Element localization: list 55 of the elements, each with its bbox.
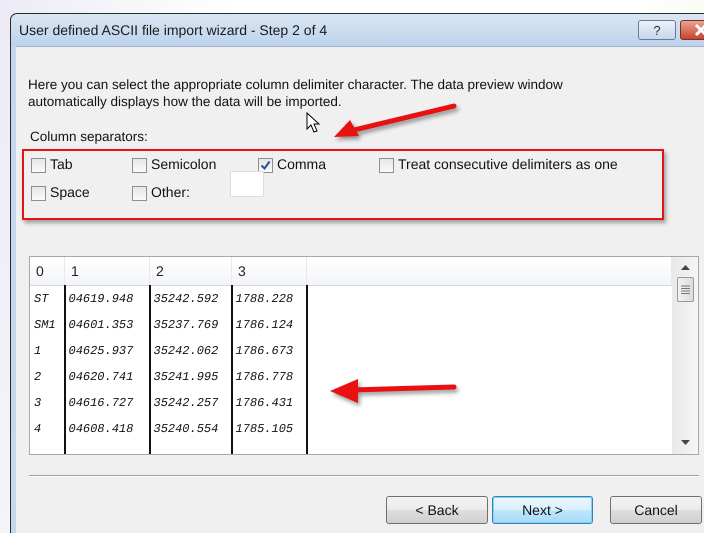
table-cell: 35241.995 — [150, 364, 232, 390]
help-button[interactable]: ? — [638, 20, 676, 40]
dialog-button[interactable]: Cancel — [610, 496, 702, 524]
checkbox[interactable] — [258, 158, 273, 173]
checkbox-label[interactable]: Semicolon — [151, 156, 216, 172]
scroll-thumb[interactable] — [676, 277, 694, 302]
checkbox-label[interactable]: Treat consecutive delimiters as one — [398, 156, 618, 172]
checkbox-label[interactable]: Tab — [50, 156, 73, 172]
dialog-button[interactable]: < Back — [386, 496, 488, 524]
table-cell: 35242.062 — [150, 338, 232, 364]
checkbox[interactable] — [132, 186, 147, 201]
table-cell: 04620.741 — [64, 364, 150, 390]
table-cell: 35237.769 — [150, 312, 232, 338]
description-text: Here you can select the appropriate column delimiter character. The data preview window automatically displays how the data will be imported. — [28, 76, 564, 110]
table-cell: 1785.105 — [232, 416, 306, 442]
column-header[interactable]: 1 — [64, 257, 150, 286]
window-title: User defined ASCII file import wizard - Step 2 of 4 — [19, 22, 328, 38]
table-cell: 4 — [30, 416, 64, 442]
scrollbar[interactable] — [672, 257, 698, 454]
table-cell: 1786.431 — [232, 390, 306, 416]
checkbox[interactable] — [31, 186, 46, 201]
scroll-up-icon[interactable] — [680, 265, 690, 270]
table-cell: 35240.554 — [150, 416, 232, 442]
table-cell: 04601.353 — [64, 312, 150, 338]
checkbox[interactable] — [31, 158, 46, 173]
grip-icon — [680, 285, 690, 294]
close-icon — [694, 24, 704, 36]
table-cell: 2 — [30, 364, 64, 390]
table-cell: 1788.228 — [232, 286, 306, 312]
table-cell: 04619.948 — [64, 286, 150, 312]
dialog-button[interactable]: Next > — [492, 496, 593, 524]
checkbox[interactable] — [132, 158, 147, 173]
table-cell: 1786.673 — [232, 338, 306, 364]
column-header[interactable]: 2 — [150, 257, 232, 286]
table-cell: ST — [30, 286, 64, 312]
table-cell: 04608.418 — [64, 416, 150, 442]
checkbox-label[interactable]: Comma — [277, 156, 326, 172]
section-label: Column separators: — [30, 129, 149, 144]
table-cell: 35242.257 — [150, 390, 232, 416]
scroll-down-icon[interactable] — [680, 440, 690, 445]
input-field[interactable] — [230, 171, 264, 197]
table-cell: 1786.124 — [232, 312, 306, 338]
table-cell: 3 — [30, 390, 64, 416]
table-cell: 04625.937 — [64, 338, 150, 364]
checkbox-label[interactable]: Space — [50, 184, 90, 200]
table-cell: 1 — [30, 338, 64, 364]
column-header[interactable]: 3 — [232, 257, 306, 286]
checkbox-label[interactable]: Other: — [151, 184, 190, 200]
table-cell: 35242.592 — [150, 286, 232, 312]
table-cell: 04616.727 — [64, 390, 150, 416]
table-cell: 1786.778 — [232, 364, 306, 390]
cursor-icon — [306, 112, 320, 134]
table-cell: SM1 — [30, 312, 64, 338]
column-header[interactable]: 0 — [30, 257, 64, 286]
checkbox[interactable] — [379, 158, 394, 173]
